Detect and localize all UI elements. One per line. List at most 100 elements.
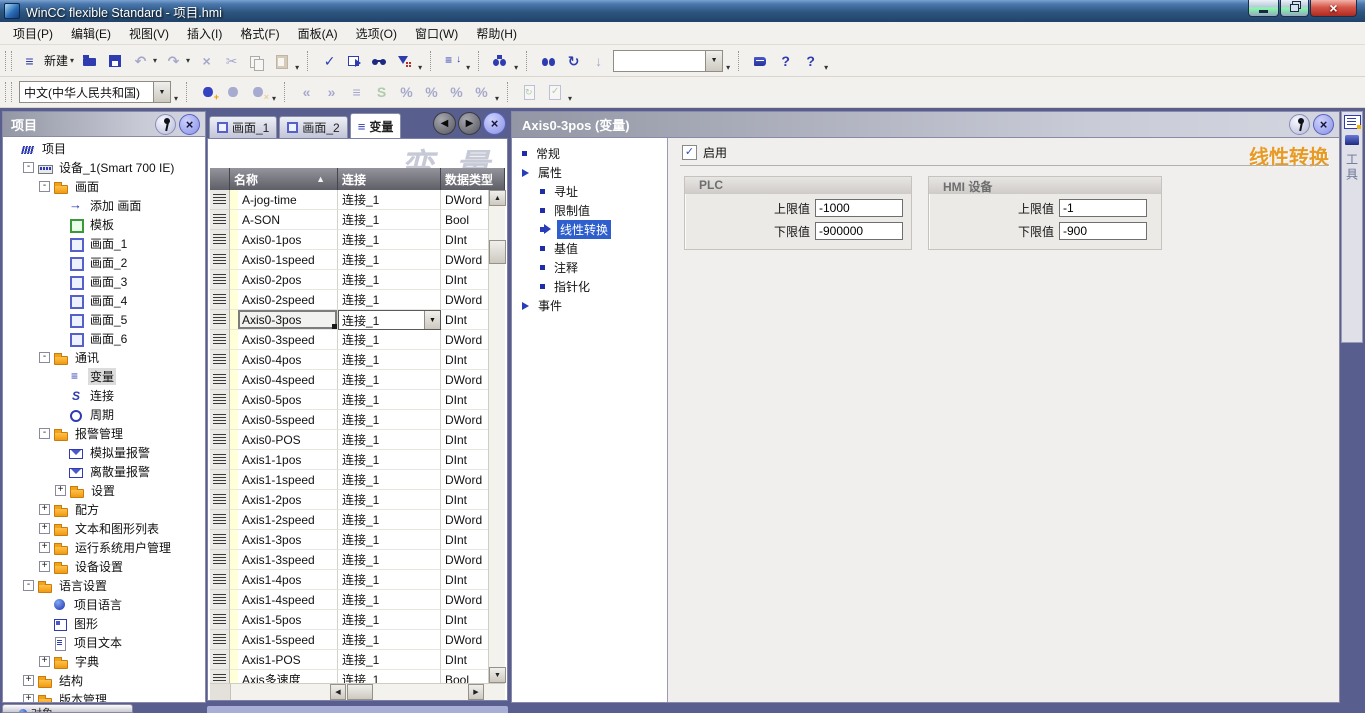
new-object-icon[interactable]: ≡ [18,50,41,72]
tab-next-button[interactable]: ▶ [458,112,481,135]
project-tree-item[interactable]: 变量 [3,367,205,386]
dropdown-arrow-icon[interactable]: ▾ [186,56,190,65]
tag-connection-cell[interactable]: 连接_1 [338,670,441,683]
project-tree-item[interactable]: 模拟量报警 [3,443,205,462]
row-grip-icon[interactable] [210,590,230,610]
combo-dropdown-icon[interactable]: ▼ [424,311,440,329]
tag-row[interactable]: Axis0-5pos连接_1DInt [210,390,505,410]
row-grip-icon[interactable] [210,210,230,230]
row-grip-icon[interactable] [210,330,230,350]
tag-row[interactable]: Axis0-1speed连接_1DWord [210,250,505,270]
scroll-up-icon[interactable] [489,190,506,206]
tag-connection-cell[interactable]: 连接_1 [338,470,441,490]
tag-name-cell[interactable]: Axis1-POS [238,650,338,670]
row-grip-icon[interactable] [210,250,230,270]
menu-item[interactable]: 插入(I) [178,23,231,44]
enable-checkbox[interactable] [682,145,697,160]
tag-name-cell[interactable]: Axis1-4pos [238,570,338,590]
tag-name-cell[interactable]: Axis0-5pos [238,390,338,410]
tag-row[interactable]: A-jog-time连接_1DWord [210,190,505,210]
tag-row[interactable]: Axis1-3pos连接_1DInt [210,530,505,550]
toolbar-overflow-icon[interactable]: ▾ [568,94,572,107]
close-button[interactable] [1310,0,1357,17]
tag-name-cell[interactable]: Axis1-5pos [238,610,338,630]
row-grip-icon[interactable] [210,630,230,650]
find-replace-icon[interactable] [489,50,512,72]
row-grip-icon[interactable] [210,230,230,250]
hmi-upper-limit-input[interactable] [1059,199,1147,217]
property-nav-item[interactable]: 常规 [512,144,667,163]
save-project-icon[interactable] [104,50,127,72]
menu-item[interactable]: 视图(V) [120,23,178,44]
tag-connection-cell[interactable]: 连接_1 [338,250,441,270]
vertical-scroll-thumb[interactable] [489,240,506,264]
tag-row[interactable]: Axis0-4speed连接_1DWord [210,370,505,390]
menu-item[interactable]: 窗口(W) [406,23,467,44]
pin-icon[interactable] [155,114,176,135]
restore-button[interactable] [1280,0,1309,17]
tag-name-cell[interactable]: Axis1-1pos [238,450,338,470]
tag-row[interactable]: Axis0-5speed连接_1DWord [210,410,505,430]
preview-icon[interactable] [368,50,391,72]
vertical-scrollbar[interactable] [488,190,505,683]
property-nav-item[interactable]: 属性 [512,163,667,182]
tag-connection-cell[interactable]: 连接_1 [338,270,441,290]
find-combo[interactable]: ▼ [613,50,723,72]
project-tree-item[interactable]: +版本管理 [3,690,205,702]
row-grip-icon[interactable] [210,510,230,530]
project-tree-item[interactable]: +设置 [3,481,205,500]
property-nav-item[interactable]: 寻址 [512,182,667,201]
tag-row[interactable]: Axis0-4pos连接_1DInt [210,350,505,370]
tag-connection-combo[interactable]: 连接_1▼ [338,310,441,330]
project-tree-item[interactable]: -报警管理 [3,424,205,443]
menu-item[interactable]: 面板(A) [289,23,347,44]
menu-item[interactable]: 格式(F) [231,23,288,44]
toolbar-overflow-icon[interactable]: ▾ [824,63,828,76]
tag-name-cell[interactable]: Axis0-POS [238,430,338,450]
tag-name-cell[interactable]: Axis0-2speed [238,290,338,310]
menu-item[interactable]: 编辑(E) [62,23,120,44]
add-tag-icon[interactable]: + [197,81,220,103]
tag-row[interactable]: Axis0-1pos连接_1DInt [210,230,505,250]
project-tree-item[interactable]: +结构 [3,671,205,690]
tag-connection-cell[interactable]: 连接_1 [338,230,441,250]
horizontal-scroll-thumb[interactable] [347,684,373,700]
tag-row[interactable]: Axis1-4speed连接_1DWord [210,590,505,610]
toolbar-overflow-icon[interactable]: ▾ [418,63,422,76]
project-tree-item[interactable]: 项目 [3,139,205,158]
tag-name-cell[interactable]: Axis0-4pos [238,350,338,370]
project-tree-item[interactable]: 周期 [3,405,205,424]
project-tree-item[interactable]: 图形 [3,614,205,633]
tree-expander-icon[interactable]: - [23,580,34,591]
tag-name-cell[interactable]: Axis0-3speed [238,330,338,350]
editor-tab[interactable]: ≡变量 [350,113,402,138]
tag-connection-cell[interactable]: 连接_1 [338,350,441,370]
project-tree-item[interactable]: 画面_2 [3,253,205,272]
column-header[interactable]: 数据类型 [441,168,505,190]
dropdown-arrow-icon[interactable]: ▾ [153,56,157,65]
property-nav-item[interactable]: 基值 [512,239,667,258]
generate-icon[interactable] [343,50,366,72]
tag-name-cell[interactable]: Axis0-5speed [238,410,338,430]
tag-connection-cell[interactable]: 连接_1 [338,490,441,510]
row-grip-icon[interactable] [210,650,230,670]
property-nav-item[interactable]: 线性转换 [512,220,667,239]
combo-dropdown-icon[interactable]: ▼ [705,51,722,71]
toolbar-overflow-icon[interactable]: ▾ [272,94,276,107]
tag-name-cell[interactable]: A-SON [238,210,338,230]
tag-connection-cell[interactable]: 连接_1 [338,510,441,530]
tree-expander-icon[interactable]: + [39,561,50,572]
objects-bar[interactable]: 对象 [2,704,133,713]
column-header[interactable]: 名称▲ [230,168,338,190]
project-tree-item[interactable]: -语言设置 [3,576,205,595]
row-grip-icon[interactable] [210,570,230,590]
combo-dropdown-icon[interactable]: ▼ [153,82,170,102]
sort-icon[interactable] [441,50,464,72]
tag-row[interactable]: Axis1-4pos连接_1DInt [210,570,505,590]
tag-connection-cell[interactable]: 连接_1 [338,210,441,230]
tab-prev-button[interactable]: ◀ [433,112,456,135]
tag-connection-cell[interactable]: 连接_1 [338,610,441,630]
tag-row[interactable]: Axis1-5speed连接_1DWord [210,630,505,650]
menu-item[interactable]: 帮助(H) [467,23,526,44]
tag-row[interactable]: Axis0-3speed连接_1DWord [210,330,505,350]
